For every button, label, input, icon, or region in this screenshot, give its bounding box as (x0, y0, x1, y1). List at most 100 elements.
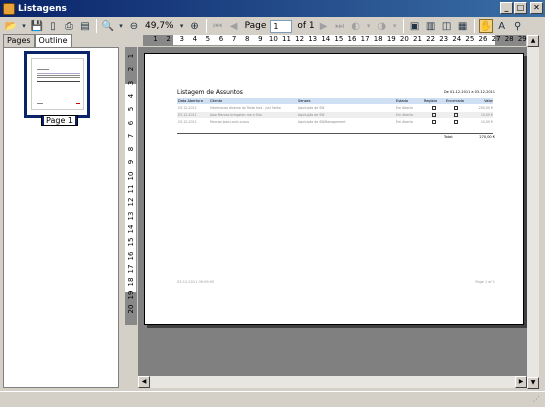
cell-closed (445, 105, 467, 111)
header-client: Cliente (210, 99, 223, 103)
total-value: 270,00 € (479, 135, 495, 139)
last-page-icon[interactable]: ⏭ (333, 19, 347, 33)
resize-grip-icon[interactable]: ⋰ (533, 395, 543, 405)
ruler-tick: 10 (127, 171, 135, 181)
status-bar: ⋰ (0, 391, 545, 407)
ruler-tick: 13 (127, 211, 135, 221)
page-thumbnail[interactable] (24, 51, 90, 118)
ruler-tick: 24 (452, 35, 462, 43)
tab-outline[interactable]: Outline (34, 34, 72, 48)
checkbox-icon (432, 120, 436, 124)
ruler-tick: 22 (426, 35, 436, 43)
first-page-icon[interactable]: ⏮ (211, 19, 225, 33)
ruler-tick: 5 (205, 35, 211, 43)
cell-date: 03-12-2011 (178, 113, 197, 117)
ruler-tick: 20 (399, 35, 409, 43)
maximize-button[interactable]: □ (514, 2, 527, 14)
report-date-range: De 01-12-2011 a 03-12-2011 (443, 90, 495, 94)
ruler-tick: 28 (504, 35, 514, 43)
report-footer-page: Page 1 of 1 (475, 280, 495, 284)
ruler-tick: 17 (360, 35, 370, 43)
history-forward-icon[interactable]: ◑ (375, 19, 389, 33)
zoom-level-dropdown-icon[interactable]: ▾ (178, 19, 186, 33)
ruler-tick: 1 (153, 35, 158, 43)
next-page-icon[interactable]: ▶ (317, 19, 331, 33)
ruler-tick: 19 (127, 290, 135, 300)
document-viewer[interactable]: Listagem de Assuntos De 01-12-2011 a 03-… (138, 47, 527, 376)
cell-value: 10,00 € (480, 120, 493, 124)
report-page: Listagem de Assuntos De 01-12-2011 a 03-… (144, 53, 524, 325)
text-select-icon[interactable]: A (495, 19, 509, 33)
cell-state: Em Aberto (396, 113, 413, 117)
header-state: Estado (396, 99, 408, 103)
cell-client: Joao Marcao bringsten me a Sha (210, 113, 262, 117)
open-dropdown-icon[interactable]: ▾ (20, 19, 28, 33)
zoom-dropdown-icon[interactable]: ▾ (117, 19, 125, 33)
ruler-tick: 21 (413, 35, 422, 43)
tab-pages[interactable]: Pages (3, 34, 35, 47)
minimize-button[interactable]: _ (500, 2, 513, 14)
thumbnail-panel: Page 1 (3, 47, 119, 388)
page-width-view-icon[interactable]: ▥ (424, 19, 438, 33)
ruler-tick: 16 (127, 251, 135, 260)
ruler-tick: 9 (127, 160, 135, 165)
ruler-tick: 3 (179, 35, 184, 43)
table-row: 03-12-2011 Marcao Joao Louis cuous Aquis… (177, 119, 493, 125)
horizontal-scrollbar[interactable]: ◀ ▶ (138, 376, 527, 388)
panel-splitter[interactable] (120, 34, 124, 389)
single-page-view-icon[interactable]: ▣ (408, 19, 422, 33)
cell-state: Em Aberto (396, 106, 413, 110)
page-number-input[interactable] (270, 19, 293, 33)
cell-subject: Aquisição de SW (298, 106, 325, 110)
cell-closed (445, 112, 467, 118)
zoom-out-icon[interactable]: ⊖ (127, 19, 141, 33)
zoom-icon[interactable]: 🔍 (101, 19, 115, 33)
ruler-tick: 23 (439, 35, 449, 43)
two-pages-view-icon[interactable]: ◫ (440, 19, 454, 33)
ruler-tick: 25 (465, 35, 475, 43)
ruler-tick: 6 (218, 35, 224, 43)
scroll-right-icon[interactable]: ▶ (515, 376, 527, 388)
ruler-tick: 2 (166, 35, 171, 43)
horizontal-ruler: 1 2 3 4 5 6 7 8 9 10 11 12 13 14 15 16 17 18 19 20 21 22 23 24 2… (143, 35, 527, 46)
scroll-left-icon[interactable]: ◀ (138, 376, 150, 388)
window-title: Listagens (18, 3, 67, 14)
find-icon[interactable]: ⚲ (511, 19, 525, 33)
ruler-tick: 15 (127, 237, 135, 247)
vertical-scrollbar[interactable]: ▲ ▼ (527, 35, 539, 389)
app-icon (3, 2, 15, 15)
ruler-tick: 3 (127, 80, 135, 85)
open-folder-icon[interactable]: 📂 (4, 19, 18, 33)
report-title: Listagem de Assuntos (177, 89, 243, 96)
history-back-icon[interactable]: ◐ (349, 19, 363, 33)
ruler-tick: 7 (231, 35, 237, 43)
toolbar-separator (473, 19, 475, 33)
toolbar-separator (402, 19, 404, 33)
history-back-dropdown-icon[interactable]: ▾ (365, 19, 373, 33)
header-value: Valor (484, 99, 493, 103)
toolbar-separator (205, 19, 207, 33)
new-document-icon[interactable]: ▯ (46, 19, 60, 33)
zoom-level[interactable]: 49,7% (145, 21, 174, 31)
save-icon[interactable]: 💾 (30, 19, 44, 33)
history-forward-dropdown-icon[interactable]: ▾ (391, 19, 399, 33)
table-row: 03-12-2011 Joao Marcao bringsten me a Sh… (177, 112, 493, 118)
print-icon[interactable]: ⎙ (62, 19, 76, 33)
hand-tool-icon[interactable]: ✋ (478, 19, 493, 33)
ruler-tick: 19 (386, 35, 396, 43)
ruler-tick: 2 (127, 67, 135, 72)
ruler-tick: 27 (491, 35, 501, 43)
scroll-down-icon[interactable]: ▼ (527, 377, 539, 389)
ruler-tick: 14 (127, 224, 135, 234)
checkbox-icon (432, 106, 436, 110)
ruler-tick: 11 (127, 184, 135, 194)
ruler-tick: 6 (127, 120, 135, 125)
page-setup-icon[interactable]: ▤ (78, 19, 92, 33)
header-closed: Encerrado (446, 99, 464, 103)
zoom-in-icon[interactable]: ⊕ (188, 19, 202, 33)
ruler-tick: 26 (478, 35, 488, 43)
close-button[interactable]: ✕ (530, 2, 543, 14)
previous-page-icon[interactable]: ◀ (227, 19, 241, 33)
scroll-up-icon[interactable]: ▲ (527, 35, 539, 47)
multiple-pages-view-icon[interactable]: ▦ (456, 19, 470, 33)
